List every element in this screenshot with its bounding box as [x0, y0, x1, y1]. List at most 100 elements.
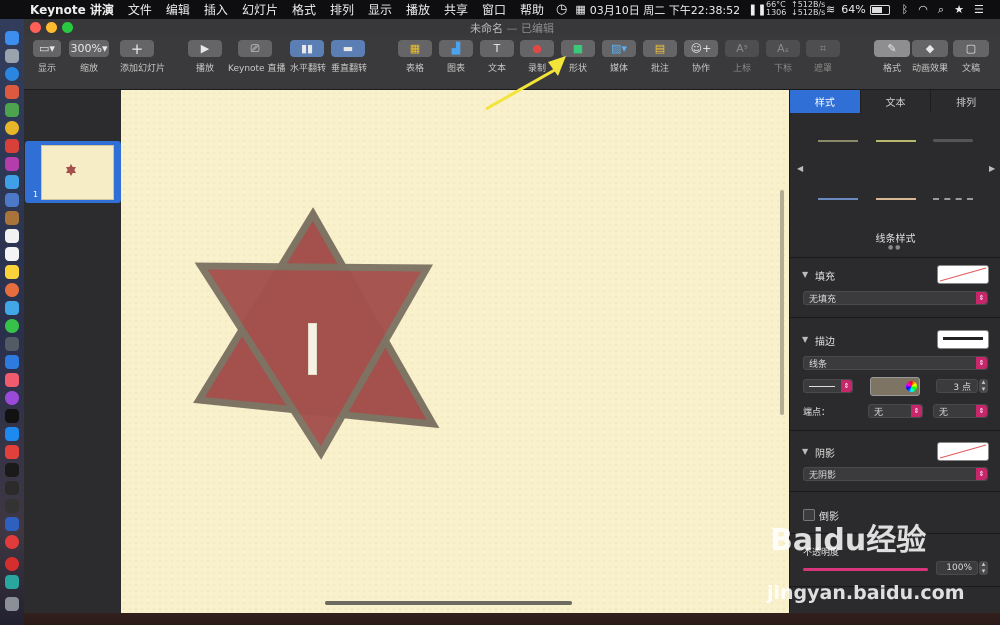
view-button[interactable]: ▭▾ 显示: [33, 40, 61, 82]
line-style-preset[interactable]: [818, 198, 858, 200]
wifi-icon[interactable]: ◠: [918, 3, 928, 16]
document-button[interactable]: ▢ 文稿: [953, 40, 989, 82]
stroke-style-well[interactable]: [937, 330, 989, 349]
app-store-icon[interactable]: [5, 427, 19, 441]
opacity-slider[interactable]: [803, 568, 928, 571]
endpoint-left-select[interactable]: 无 ⇕: [868, 404, 923, 418]
line-style-preset[interactable]: [933, 139, 973, 142]
favorites-icon[interactable]: ★: [954, 3, 964, 16]
page-dots[interactable]: ● ●: [888, 244, 900, 251]
tv-icon[interactable]: [5, 409, 19, 423]
chevron-right-icon[interactable]: ▶: [989, 164, 995, 173]
datetime[interactable]: 03月10日 周二 下午22:38:52: [590, 2, 740, 18]
line-style-preset[interactable]: [933, 198, 973, 200]
disclosure-triangle-icon[interactable]: ▼: [802, 447, 808, 456]
app-icon[interactable]: [5, 337, 19, 351]
fill-color-well[interactable]: [937, 265, 989, 284]
menu-file[interactable]: 文件: [128, 1, 152, 18]
menu-format[interactable]: 格式: [292, 1, 316, 18]
format-button[interactable]: ✎ 格式: [874, 40, 910, 82]
app-icon[interactable]: [5, 175, 19, 189]
animate-button[interactable]: ◆ 动画效果: [912, 40, 948, 82]
app-icon[interactable]: [5, 103, 19, 117]
endpoint-right-select[interactable]: 无 ⇕: [933, 404, 988, 418]
color-wheel-icon[interactable]: [906, 381, 917, 392]
pause-icon[interactable]: ❚❚: [748, 3, 766, 16]
app-icon[interactable]: [5, 247, 19, 261]
app-icon[interactable]: [5, 157, 19, 171]
opacity-stepper[interactable]: ▴ ▾: [979, 561, 988, 575]
app-menu[interactable]: Keynote 讲演: [30, 1, 114, 18]
app-icon[interactable]: [5, 445, 19, 459]
battery-icon[interactable]: [869, 4, 890, 15]
menu-window[interactable]: 窗口: [482, 1, 506, 18]
add-slide-button[interactable]: + 添加幻灯片: [120, 40, 165, 82]
stroke-type-select[interactable]: 线条 ⇕: [803, 356, 988, 370]
opacity-field[interactable]: 100%: [936, 561, 978, 575]
launchpad-icon[interactable]: [5, 49, 19, 63]
podcasts-icon[interactable]: [5, 391, 19, 405]
chrome-icon[interactable]: [5, 121, 19, 135]
menu-help[interactable]: 帮助: [520, 1, 544, 18]
music-icon[interactable]: [5, 373, 19, 387]
app-icon[interactable]: [5, 355, 19, 369]
stroke-color-well[interactable]: [870, 377, 920, 396]
menu-edit[interactable]: 编辑: [166, 1, 190, 18]
menu-arrange[interactable]: 排列: [330, 1, 354, 18]
line-style-preset[interactable]: [876, 140, 916, 142]
shadow-type-select[interactable]: 无阴影 ⇕: [803, 467, 988, 481]
app-icon[interactable]: [5, 211, 19, 225]
line-style-preset[interactable]: [876, 198, 916, 200]
trash-icon[interactable]: [5, 597, 19, 611]
menu-play[interactable]: 播放: [406, 1, 430, 18]
shape-button[interactable]: ■ 形状: [561, 40, 595, 82]
app-icon[interactable]: [5, 481, 19, 495]
safari-icon[interactable]: [5, 67, 19, 81]
slide-canvas[interactable]: [121, 90, 789, 613]
media-button[interactable]: ▨▾ 媒体: [602, 40, 636, 82]
app-icon[interactable]: [5, 85, 19, 99]
stroke-width-field[interactable]: 3 点: [936, 379, 978, 393]
subscript-button[interactable]: Aₛ 下标: [766, 40, 800, 82]
messages-icon[interactable]: [5, 319, 19, 333]
app-icon[interactable]: [5, 193, 19, 207]
vertical-scrollbar[interactable]: [780, 190, 784, 415]
activity-icon[interactable]: ≋: [826, 3, 835, 16]
battery-percent[interactable]: 64%: [841, 3, 865, 16]
zoom-dropdown[interactable]: 300% ▾ 缩放: [69, 40, 109, 82]
record-button[interactable]: ● 录制: [520, 40, 554, 82]
app-icon[interactable]: [5, 535, 19, 549]
disclosure-triangle-icon[interactable]: ▼: [802, 335, 808, 344]
app-icon[interactable]: [5, 265, 19, 279]
search-icon[interactable]: ⌕: [938, 3, 944, 17]
keynote-live-button[interactable]: ⎚ Keynote 直播: [228, 40, 285, 82]
tab-style[interactable]: 样式: [790, 90, 861, 113]
notification-center-icon[interactable]: ☰: [974, 3, 984, 16]
disclosure-triangle-icon[interactable]: ▼: [802, 270, 808, 279]
app-icon[interactable]: [5, 301, 19, 315]
bluetooth-icon[interactable]: ᛒ: [902, 3, 909, 16]
menu-insert[interactable]: 插入: [204, 1, 228, 18]
table-button[interactable]: ▦ 表格: [398, 40, 432, 82]
photos-icon[interactable]: [5, 283, 19, 297]
temperature-readout[interactable]: 66°C 1306: [766, 1, 786, 17]
comment-button[interactable]: ▤ 批注: [643, 40, 677, 82]
collaborate-button[interactable]: ☺+ 协作: [684, 40, 718, 82]
shadow-preview-well[interactable]: [937, 442, 989, 461]
text-button[interactable]: T 文本: [480, 40, 514, 82]
star-shape[interactable]: [121, 90, 789, 613]
terminal-icon[interactable]: [5, 463, 19, 477]
flip-horizontal-button[interactable]: ▮▮ 水平翻转: [290, 40, 326, 82]
clock-icon[interactable]: ◷: [556, 2, 567, 17]
play-button[interactable]: ▶ 播放: [188, 40, 222, 82]
chart-button[interactable]: ▟ 图表: [439, 40, 473, 82]
calendar-app-icon[interactable]: [5, 229, 19, 243]
chevron-left-icon[interactable]: ◀: [797, 164, 803, 173]
vpn-icon[interactable]: [5, 517, 19, 531]
mask-button[interactable]: ⌗ 遮罩: [806, 40, 840, 82]
horizontal-scrollbar[interactable]: [325, 601, 572, 605]
menu-share[interactable]: 共享: [444, 1, 468, 18]
flip-vertical-button[interactable]: ▬ 垂直翻转: [331, 40, 367, 82]
finder-icon[interactable]: [5, 31, 19, 45]
fill-type-select[interactable]: 无填充 ⇕: [803, 291, 988, 305]
